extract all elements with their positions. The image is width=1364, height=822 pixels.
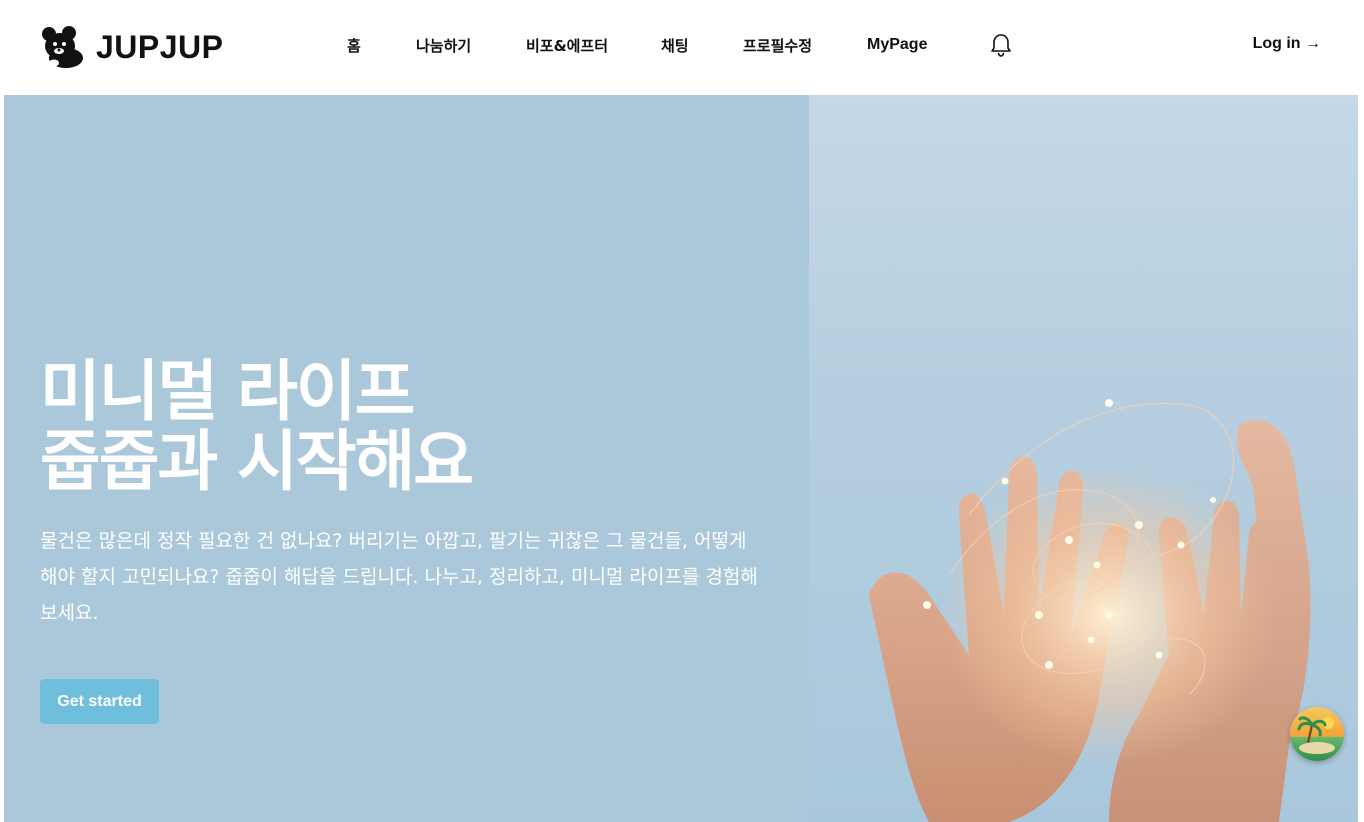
bell-icon[interactable] bbox=[989, 32, 1013, 58]
brand-name: JUPJUP bbox=[96, 28, 224, 65]
hero-headline: 미니멀 라이프 줍줍과 시작해요 bbox=[40, 353, 474, 500]
site-header: JUPJUP 홈 나눔하기 비포&에프터 채팅 프로필수정 MyPage Log… bbox=[0, 0, 1364, 95]
nav-home[interactable]: 홈 bbox=[347, 35, 361, 56]
brand-logo[interactable]: JUPJUP bbox=[40, 24, 224, 70]
hero-image bbox=[809, 95, 1358, 822]
island-chat-icon[interactable] bbox=[1290, 707, 1344, 761]
nav-chat[interactable]: 채팅 bbox=[661, 35, 689, 56]
hero-headline-line2: 줍줍과 시작해요 bbox=[40, 423, 474, 500]
bear-logo-icon bbox=[42, 26, 83, 68]
login-link[interactable]: Log in → bbox=[1253, 35, 1321, 53]
hands-fairy-lights-illustration bbox=[869, 399, 1311, 822]
hero-description: 물건은 많은데 정작 필요한 건 없나요? 버리기는 아깝고, 팔기는 귀찮은 … bbox=[40, 530, 758, 624]
island-icon bbox=[1290, 707, 1344, 761]
nav-before-after[interactable]: 비포&에프터 bbox=[526, 35, 608, 56]
nav-profile-edit[interactable]: 프로필수정 bbox=[743, 35, 812, 56]
get-started-button[interactable]: Get started bbox=[40, 679, 159, 724]
nav-share[interactable]: 나눔하기 bbox=[416, 35, 471, 56]
hero-section: 미니멀 라이프 줍줍과 시작해요 물건은 많은데 정작 필요한 건 없나요? 버… bbox=[4, 95, 809, 822]
nav-mypage[interactable]: MyPage bbox=[867, 36, 927, 54]
hero-headline-line1: 미니멀 라이프 bbox=[40, 353, 415, 430]
